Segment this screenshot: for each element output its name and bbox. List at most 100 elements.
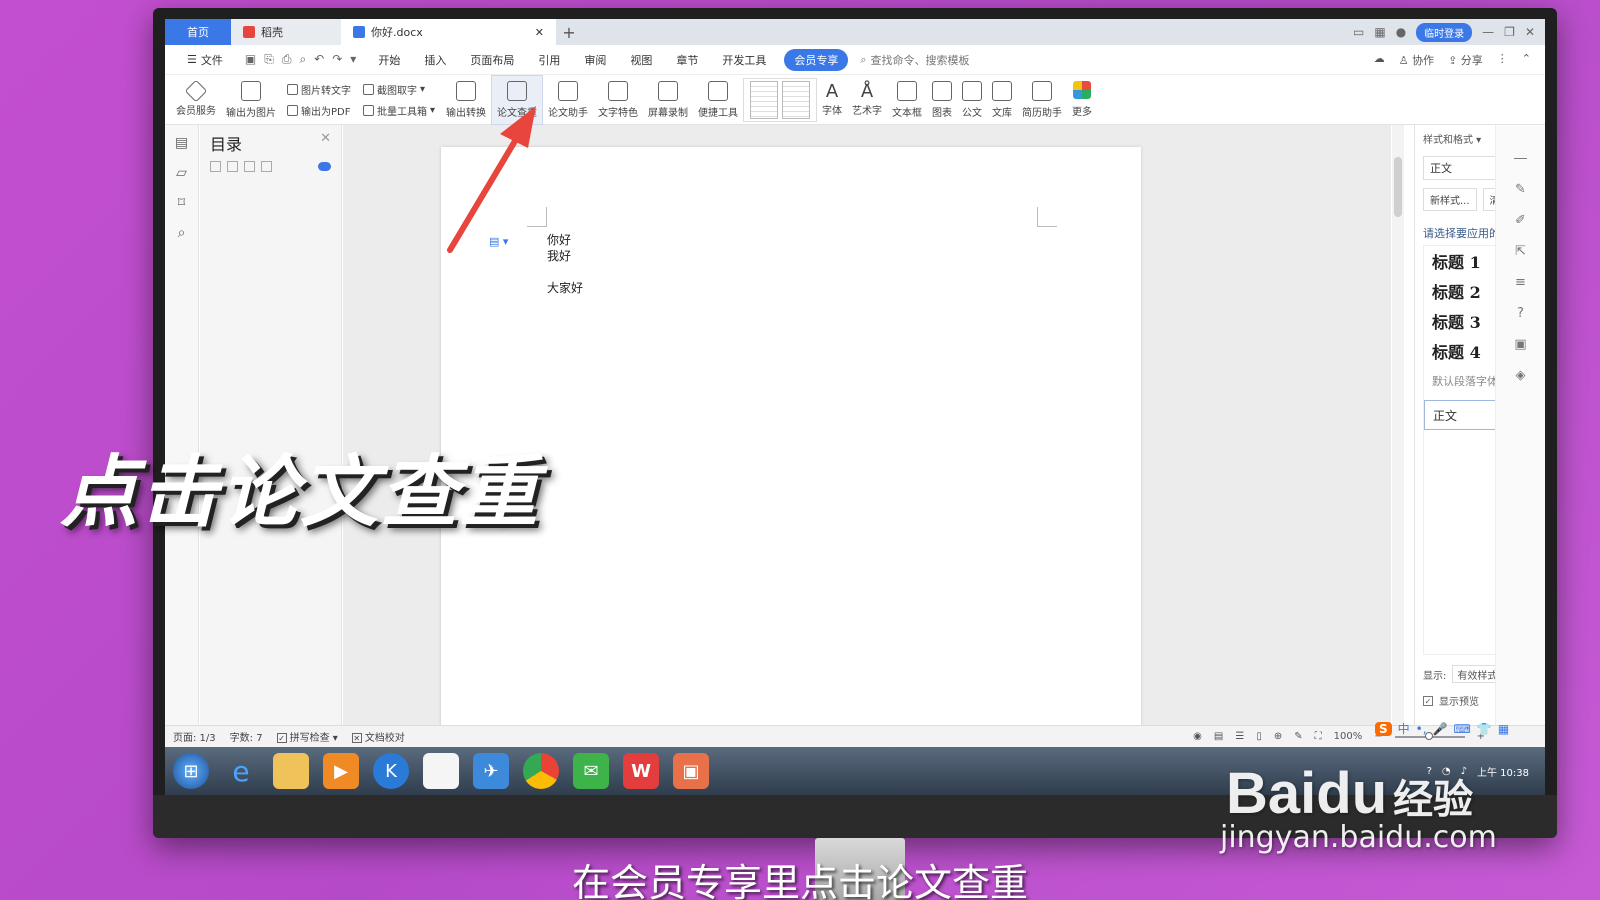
- textbox-button[interactable]: 文本框: [887, 75, 927, 125]
- menu-layout[interactable]: 页面布局: [458, 45, 526, 75]
- keyboard-icon[interactable]: ⌨: [1454, 722, 1471, 736]
- paper-assistant-button[interactable]: 论文助手: [543, 75, 593, 125]
- menu-start[interactable]: 开始: [366, 45, 412, 75]
- art-text-button[interactable]: Å 艺术字: [847, 75, 887, 125]
- chrome-icon[interactable]: [523, 753, 559, 789]
- image-edit-icon[interactable]: ▣: [1514, 337, 1526, 352]
- bookmark-icon[interactable]: ⌑: [178, 195, 185, 211]
- undo-icon[interactable]: ↶: [314, 52, 324, 67]
- collapse-ribbon-icon[interactable]: ⌃: [1522, 52, 1531, 68]
- collab-button[interactable]: ♙ 协作: [1399, 52, 1434, 68]
- login-button[interactable]: 临时登录: [1416, 22, 1473, 42]
- toc-expand-icon[interactable]: [210, 161, 221, 172]
- punct-icon[interactable]: •,: [1416, 722, 1427, 736]
- style-pane-title[interactable]: 样式和格式 ▾: [1423, 131, 1481, 146]
- wechat-icon[interactable]: ✉: [573, 753, 609, 789]
- menu-view[interactable]: 视图: [618, 45, 664, 75]
- doc-line[interactable]: 你好: [547, 231, 571, 248]
- export-icon[interactable]: ⎘: [264, 52, 274, 67]
- close-icon[interactable]: ✕: [320, 131, 331, 155]
- preview-icon[interactable]: ⌕: [299, 52, 306, 67]
- save-icon[interactable]: ▣: [245, 52, 256, 67]
- official-button[interactable]: 公文: [957, 75, 987, 125]
- close-tab-icon[interactable]: ✕: [535, 26, 544, 39]
- web-view-icon[interactable]: ⊕: [1274, 731, 1282, 742]
- menu-references[interactable]: 引用: [526, 45, 572, 75]
- cursor-icon[interactable]: ⇱: [1515, 244, 1526, 259]
- text-features-button[interactable]: 文字特色: [593, 75, 643, 125]
- scroll-thumb[interactable]: [1394, 157, 1402, 217]
- explorer-icon[interactable]: [273, 753, 309, 789]
- command-search[interactable]: ⌕ 查找命令、搜索模板: [860, 52, 969, 68]
- layout-icon[interactable]: ▭: [1353, 25, 1364, 39]
- cloud-sync-icon[interactable]: ☁: [1374, 52, 1385, 68]
- tab-document[interactable]: 你好.docx ✕: [341, 19, 556, 45]
- notepad-icon[interactable]: [423, 753, 459, 789]
- more-menu-icon[interactable]: ⋮: [1497, 52, 1508, 68]
- pen-icon[interactable]: ✐: [1515, 213, 1526, 228]
- menu-member[interactable]: 会员专享: [784, 48, 849, 71]
- batch-tools-button[interactable]: 批量工具箱 ▾: [363, 103, 435, 118]
- close-window-icon[interactable]: ✕: [1525, 25, 1535, 39]
- menu-developer[interactable]: 开发工具: [710, 45, 778, 75]
- font-button[interactable]: A 字体: [817, 75, 847, 125]
- new-tab-button[interactable]: +: [556, 19, 582, 45]
- preview-checkbox[interactable]: ✓: [1423, 695, 1433, 706]
- proof-toggle[interactable]: ✕ 文档校对: [351, 729, 405, 744]
- apps-icon[interactable]: ▦: [1498, 722, 1509, 736]
- settings-sliders-icon[interactable]: ≡: [1515, 275, 1526, 290]
- toc-add-icon[interactable]: [244, 161, 255, 172]
- tab-home[interactable]: 首页: [165, 19, 231, 45]
- brush-icon[interactable]: ✎: [1515, 182, 1526, 197]
- help-icon[interactable]: ?: [1517, 306, 1524, 321]
- avatar[interactable]: ●: [1396, 25, 1406, 39]
- toc-remove-icon[interactable]: [261, 161, 272, 172]
- toc-collapse-icon[interactable]: [227, 161, 238, 172]
- edit-view-icon[interactable]: ✎: [1294, 731, 1302, 742]
- restore-icon[interactable]: ❐: [1504, 25, 1515, 39]
- chart-button[interactable]: 图表: [927, 75, 957, 125]
- resume-button[interactable]: 简历助手: [1017, 75, 1067, 125]
- sogou-icon[interactable]: S: [1375, 721, 1392, 736]
- doc-line[interactable]: 大家好: [547, 279, 583, 296]
- find-icon[interactable]: ⌕: [178, 225, 186, 241]
- read-view-icon[interactable]: ▯: [1256, 731, 1262, 742]
- share-button[interactable]: ⇪ 分享: [1448, 52, 1483, 68]
- media-player-icon[interactable]: ▶: [323, 753, 359, 789]
- toc-toggle[interactable]: [318, 162, 331, 171]
- ime-mode[interactable]: 中: [1398, 720, 1410, 737]
- menu-review[interactable]: 审阅: [572, 45, 618, 75]
- wps-icon[interactable]: W: [623, 753, 659, 789]
- member-service-button[interactable]: 会员服务: [171, 75, 221, 125]
- dropdown-icon[interactable]: ▾: [350, 52, 356, 67]
- template-thumb[interactable]: [750, 80, 779, 119]
- screenshot-text-button[interactable]: 截图取字 ▾: [363, 82, 435, 97]
- spell-check-toggle[interactable]: ✓ 拼写检查 ▾: [276, 729, 338, 744]
- zoom-level[interactable]: 100%: [1334, 731, 1363, 742]
- feishu-icon[interactable]: ✈: [473, 753, 509, 789]
- template-thumb[interactable]: [782, 80, 811, 119]
- collapse-rail-icon[interactable]: ―: [1514, 151, 1527, 166]
- kugou-icon[interactable]: K: [373, 753, 409, 789]
- start-button-icon[interactable]: ⊞: [173, 753, 209, 789]
- library-button[interactable]: 文库: [987, 75, 1017, 125]
- toc-nav-icon[interactable]: ▤: [175, 135, 188, 151]
- tab-daoke[interactable]: 稻壳: [231, 19, 341, 45]
- more-button[interactable]: 更多: [1067, 75, 1097, 125]
- mic-icon[interactable]: 🎤: [1433, 722, 1448, 736]
- screen-record-button[interactable]: 屏幕录制: [643, 75, 693, 125]
- clock[interactable]: 上午 10:38: [1477, 764, 1529, 779]
- template-gallery[interactable]: [743, 77, 818, 122]
- page-view-icon[interactable]: ▤: [1214, 731, 1223, 742]
- quick-tools-button[interactable]: 便捷工具: [693, 75, 743, 125]
- redo-icon[interactable]: ↷: [332, 52, 342, 67]
- folder-icon[interactable]: ▱: [176, 165, 187, 181]
- fit-icon[interactable]: ⛶: [1315, 731, 1322, 742]
- print-icon[interactable]: ⎙: [282, 52, 292, 67]
- location-icon[interactable]: ◈: [1516, 368, 1526, 383]
- grid-icon[interactable]: ▦: [1374, 25, 1385, 39]
- ie-icon[interactable]: e: [223, 753, 259, 789]
- pic-to-text-button[interactable]: 图片转文字: [287, 82, 351, 97]
- eye-icon[interactable]: ◉: [1193, 731, 1202, 742]
- export-image-button[interactable]: 输出为图片: [221, 75, 281, 125]
